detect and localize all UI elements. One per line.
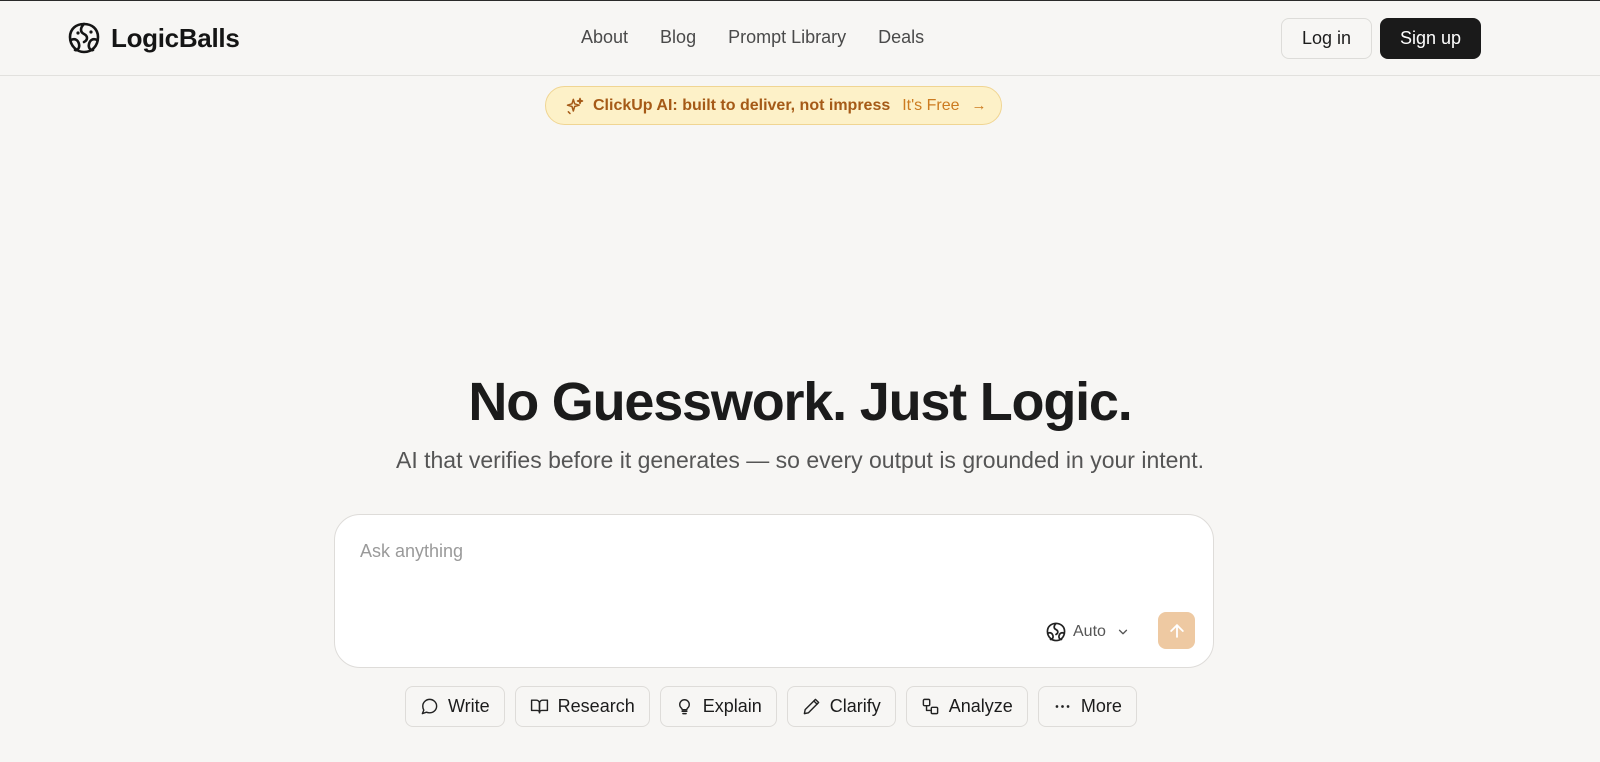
chip-more[interactable]: More: [1037, 686, 1137, 727]
pencil-icon: [803, 698, 820, 715]
hero-subtitle: AI that verifies before it generates — s…: [395, 447, 1204, 473]
nav-item-prompt-library[interactable]: Prompt Library: [712, 25, 862, 50]
arrow-up-icon: [1169, 623, 1184, 638]
model-label: Auto: [1073, 623, 1106, 640]
chip-analyze[interactable]: Analyze: [905, 686, 1028, 727]
chip-label: Clarify: [829, 696, 881, 716]
ellipsis-icon: [1055, 705, 1070, 708]
chip-write[interactable]: Write: [405, 686, 505, 727]
main-nav: About Blog Prompt Library Deals: [565, 25, 940, 50]
book-open-icon: [530, 699, 548, 714]
sparkles-icon: [566, 97, 584, 114]
lightbulb-icon: [678, 699, 690, 715]
nav-item-about[interactable]: About: [565, 25, 644, 50]
nav-item-blog[interactable]: Blog: [644, 25, 712, 50]
chip-label: Write: [448, 696, 490, 716]
promo-cta[interactable]: It's Free: [902, 97, 959, 115]
promo-banner[interactable]: ClickUp AI: built to deliver, not impres…: [545, 86, 1002, 125]
login-button[interactable]: Log in: [1281, 18, 1372, 59]
chip-label: Explain: [702, 696, 762, 716]
promo-text: ClickUp AI: built to deliver, not impres…: [593, 96, 891, 114]
send-button[interactable]: [1158, 612, 1195, 649]
quick-action-chips: Write Research Explain Clarify Analyze M…: [405, 686, 1137, 727]
logicballs-brain-icon: [1046, 622, 1066, 642]
chip-research[interactable]: Research: [514, 686, 650, 727]
chevron-down-icon: [1118, 629, 1128, 635]
signup-button[interactable]: Sign up: [1380, 18, 1481, 59]
chip-label: Analyze: [948, 696, 1013, 716]
logicballs-brain-icon: [68, 22, 100, 54]
ask-input[interactable]: [360, 541, 1180, 601]
chip-explain[interactable]: Explain: [659, 686, 777, 727]
nav-item-deals[interactable]: Deals: [862, 25, 940, 50]
model-selector[interactable]: Auto: [1045, 618, 1130, 646]
brand-name: LogicBalls: [111, 22, 240, 53]
message-circle-icon: [421, 698, 438, 715]
chip-label: Research: [557, 696, 635, 716]
chat-composer: Auto: [334, 514, 1214, 668]
chip-clarify[interactable]: Clarify: [786, 686, 896, 727]
shapes-icon: [922, 698, 939, 715]
site-header: LogicBalls About Blog Prompt Library Dea…: [0, 1, 1600, 76]
brand-logo[interactable]: LogicBalls: [66, 20, 240, 56]
hero-title: No Guesswork. Just Logic.: [468, 372, 1132, 432]
arrow-right-icon: →: [971, 97, 987, 114]
chip-label: More: [1080, 696, 1122, 716]
